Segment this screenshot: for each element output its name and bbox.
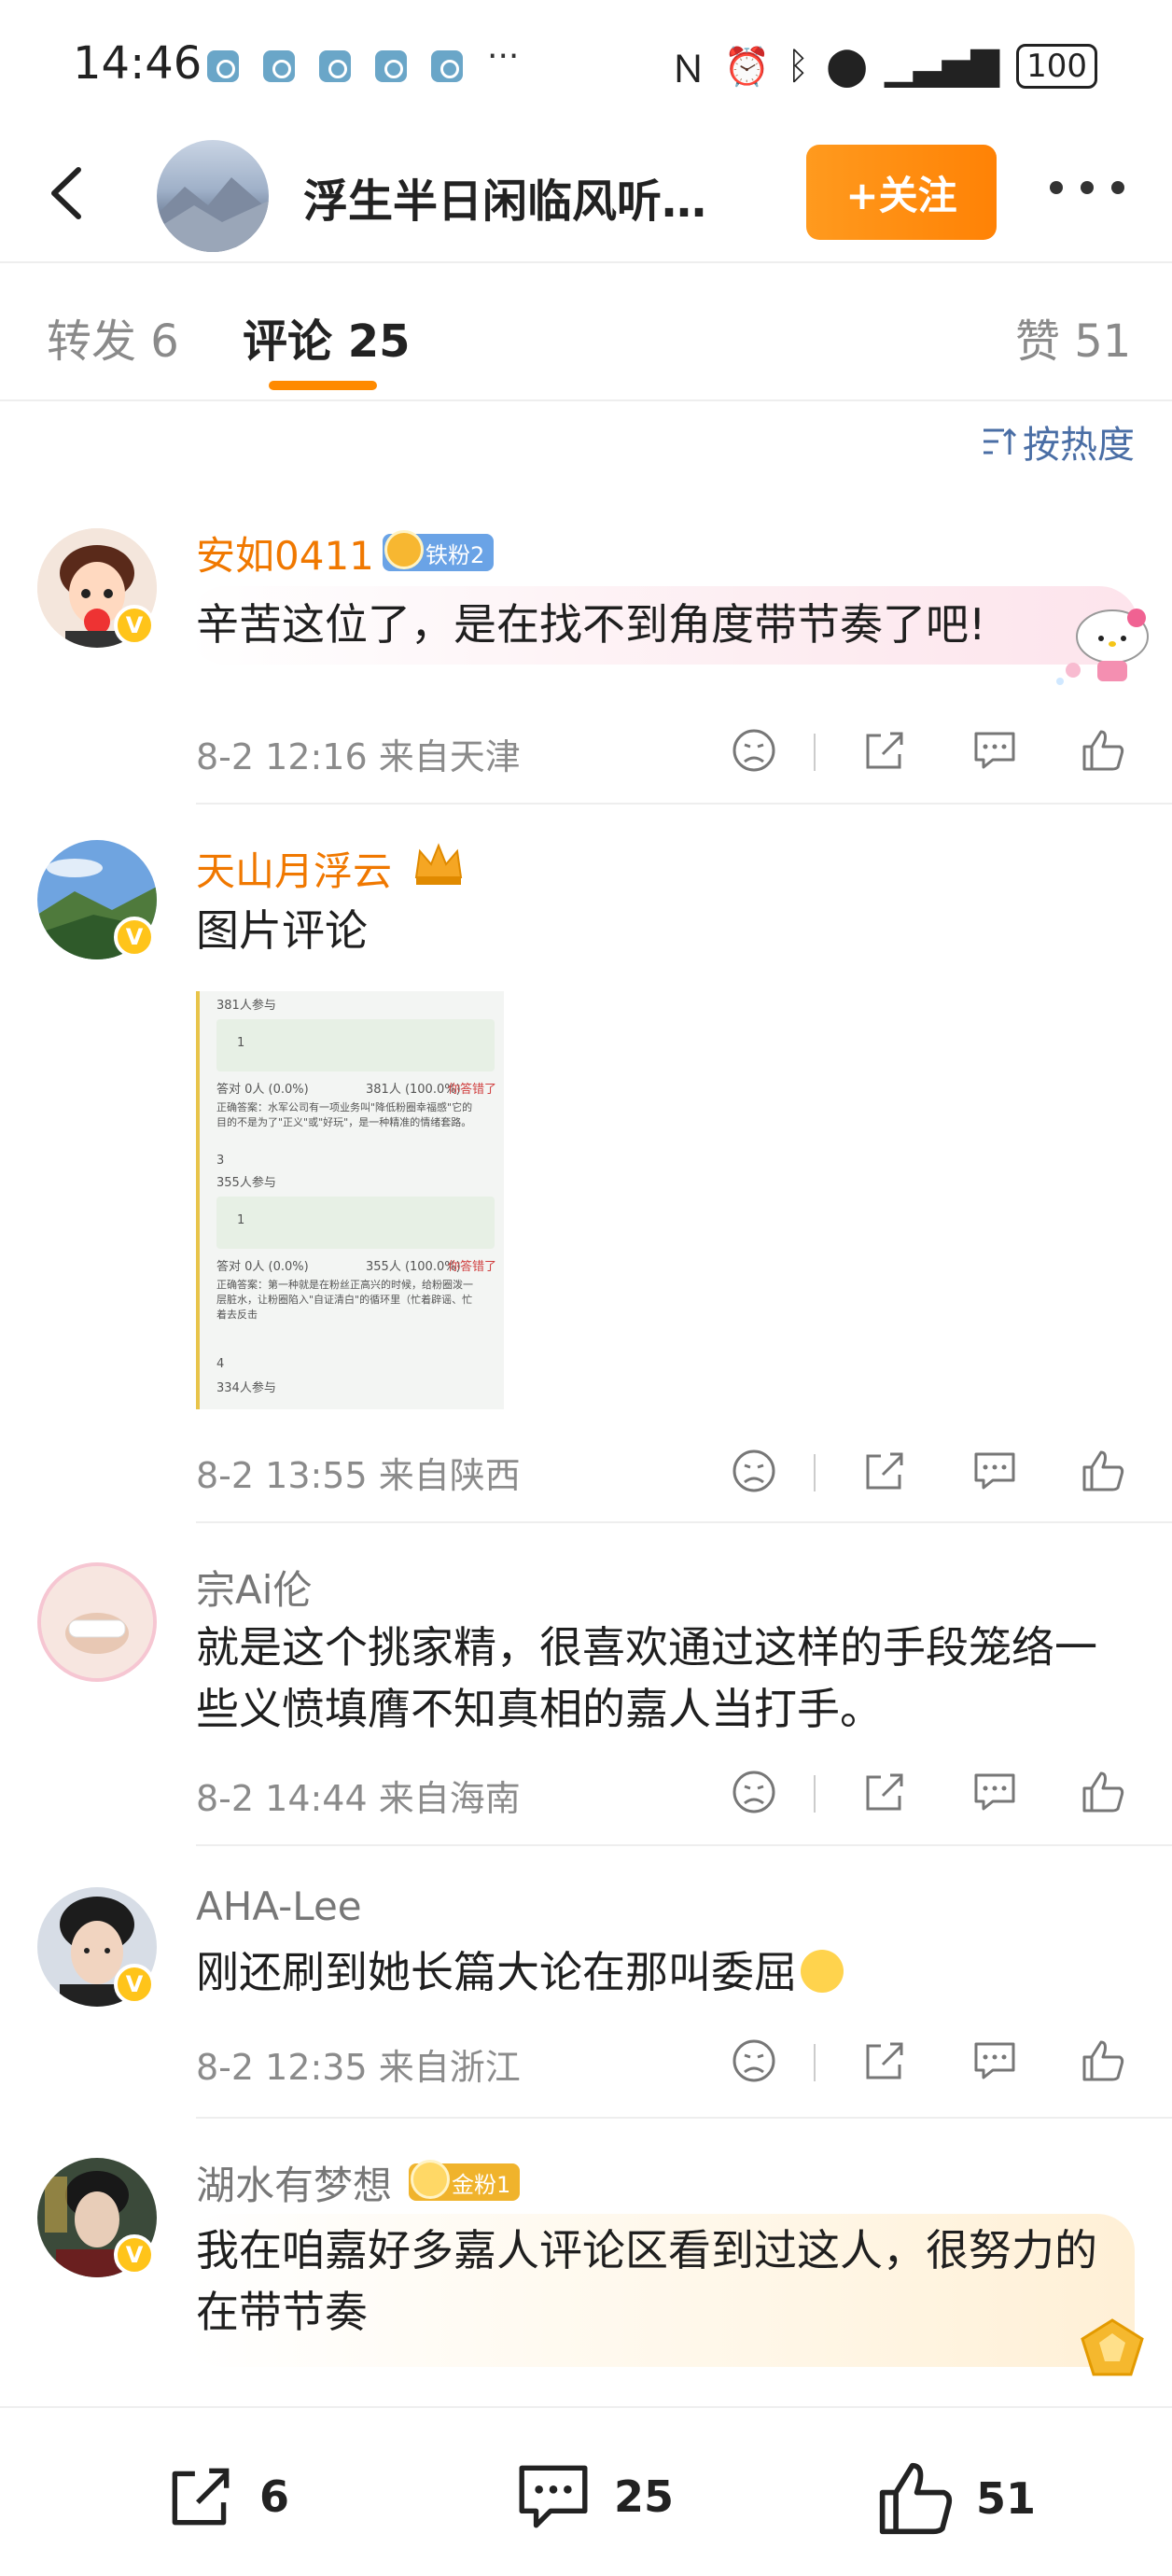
commenter-avatar[interactable] [37,1562,157,1682]
comment-actions [728,1766,1135,1822]
comment-text: 辛苦这位了，是在找不到角度带节奏了吧! [196,599,986,650]
gold-crown-decoration-icon [1081,2318,1144,2376]
more-options-icon[interactable] [1050,174,1124,202]
reply-icon[interactable] [969,724,1021,777]
comment-text: 我在咱嘉好多嘉人评论区看到过这人，很努力的在带节奏 [196,2225,1097,2337]
like-button[interactable]: 51 [873,2457,1036,2541]
hello-kitty-icon [1056,609,1149,685]
tab-likes[interactable]: 赞 51 [1015,304,1131,370]
comment-divider [196,803,1172,805]
follow-button[interactable]: +关注 [806,145,997,240]
comment-divider [196,1521,1172,1523]
app-notification-icon [207,50,239,82]
share-icon[interactable] [858,1445,911,1497]
comment-meta: 8-2 12:16 来自天津 [196,736,521,777]
comment-actions [728,2035,1135,2091]
signal-icon: ▁▃▅▇ [885,45,1000,88]
like-icon[interactable] [1077,2035,1129,2087]
share-icon[interactable] [858,1766,911,1818]
crown-badge-icon [414,843,463,885]
fan-level-badge: 铁粉2 [383,530,495,571]
commenter-name[interactable]: 湖水有梦想 [196,2154,392,2211]
action-separator [814,2044,816,2081]
dislike-icon[interactable] [728,2035,780,2087]
status-bar: 14:46 ··· Ｎ ⏰ ᛒ ⬤ ▁▃▅▇ 100 [0,0,1172,131]
like-count: 51 [976,2473,1037,2524]
verified-badge-icon: V [114,605,155,646]
action-separator [814,1454,816,1491]
comment-divider [196,2117,1172,2119]
thumbs-up-icon [879,2462,953,2535]
comment-divider [196,1844,1172,1846]
nfc-icon: Ｎ [669,49,707,91]
sort-icon [984,427,1017,455]
dislike-icon[interactable] [728,1445,780,1497]
app-notification-icon [319,50,351,82]
location-icon: ⬤ [826,45,869,88]
more-notifications-icon: ··· [487,37,520,76]
active-tab-indicator [269,381,377,390]
app-notification-icon [431,50,463,82]
comment-count: 25 [614,2471,675,2522]
comment-text: 图片评论 [196,905,368,956]
repost-count: 6 [259,2471,290,2522]
sort-selector[interactable]: 按热度 [980,414,1135,469]
comment-meta: 8-2 13:55 来自陕西 [196,1455,521,1496]
tab-comments[interactable]: 评论 25 [243,304,411,370]
commenter-name[interactable]: 宗Ai伦 [196,1559,312,1616]
crown-icon [411,2160,450,2199]
bottom-action-bar: 6 25 51 [0,2406,1172,2576]
dislike-icon[interactable] [728,1766,780,1818]
share-icon[interactable] [858,2035,911,2087]
share-icon[interactable] [858,724,911,777]
comment-meta: 8-2 12:35 来自浙江 [196,2047,521,2088]
like-icon[interactable] [1077,724,1129,777]
like-icon[interactable] [1077,1445,1129,1497]
comment-text: 就是这个挑家精，很喜欢通过这样的手段笼络一些义愤填膺不知真相的嘉人当打手。 [196,1622,1097,1734]
comment-meta: 8-2 14:44 来自海南 [196,1778,521,1819]
crown-icon [384,530,424,569]
verified-badge-icon: V [114,2234,155,2275]
comment-button[interactable]: 25 [511,2457,674,2537]
reply-icon[interactable] [969,2035,1021,2087]
tab-reposts[interactable]: 转发 6 [47,304,179,370]
notification-icons [207,50,463,82]
reply-icon[interactable] [969,1445,1021,1497]
dislike-icon[interactable] [728,724,780,777]
comment-image[interactable]: 381人参与 1 答对 0人 (0.0%) 381人 (100.0%) 你答错了… [196,991,504,1409]
commenter-name[interactable]: AHA-Lee [196,1883,362,1929]
commenter-name[interactable]: 天山月浮云 [196,840,392,897]
repost-icon [172,2468,230,2526]
shy-face-emoji-icon [801,1950,844,1993]
comment-icon [519,2465,588,2528]
action-separator [814,1775,816,1813]
alarm-icon: ⏰ [723,45,771,89]
tab-divider [0,399,1172,401]
sort-label: 按热度 [1023,424,1135,467]
fan-level-badge: 金粉1 [409,2160,521,2201]
comment-text: 刚还刷到她长篇大论在那叫委屈 [196,1941,1129,2003]
comment-actions [728,1445,1135,1501]
header-divider [0,261,1172,263]
like-icon[interactable] [1077,1766,1129,1818]
bluetooth-icon: ᛒ [787,45,810,88]
battery-icon: 100 [1016,44,1097,89]
author-name[interactable]: 浮生半日闲临风听… [303,164,751,230]
comment-actions [728,724,1135,780]
app-notification-icon [375,50,407,82]
app-notification-icon [263,50,295,82]
repost-button[interactable]: 6 [160,2457,289,2537]
tab-bar: 转发 6 评论 25 赞 51 [0,271,1172,401]
action-separator [814,734,816,771]
clock: 14:46 [73,37,202,90]
post-header: 浮生半日闲临风听… +关注 [0,131,1172,261]
verified-badge-icon: V [114,917,155,958]
author-avatar[interactable] [157,140,269,252]
back-arrow-icon[interactable] [37,161,103,226]
system-icons: Ｎ ⏰ ᛒ ⬤ ▁▃▅▇ 100 [669,39,1097,93]
verified-badge-icon: V [114,1964,155,2005]
reply-icon[interactable] [969,1766,1021,1818]
commenter-name[interactable]: 安如0411 [196,525,374,581]
